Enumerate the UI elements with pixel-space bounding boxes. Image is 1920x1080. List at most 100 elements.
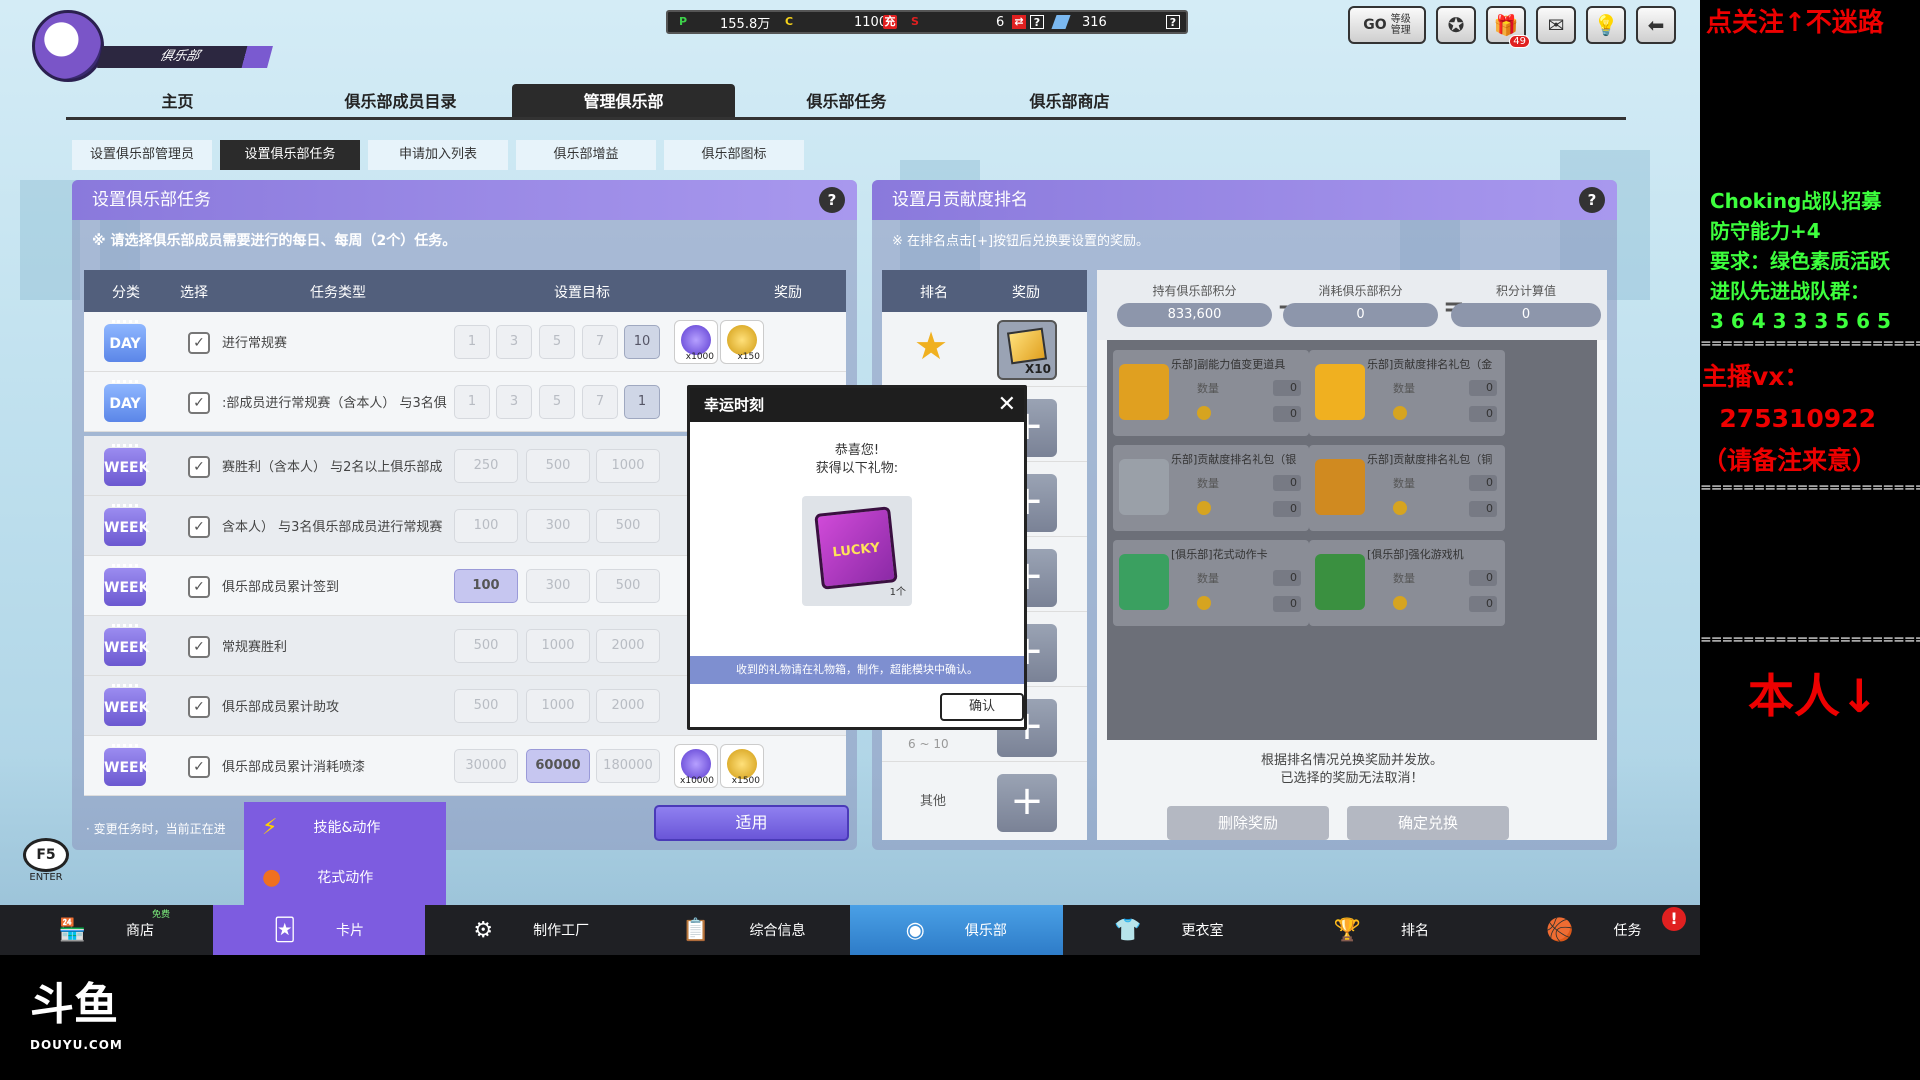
target-option[interactable]: 3: [496, 325, 532, 359]
target-option[interactable]: 1: [454, 325, 490, 359]
sub-tabs: 设置俱乐部管理员 设置俱乐部任务 申请加入列表 俱乐部增益 俱乐部图标: [72, 140, 804, 170]
weekly-tag: WEEK: [104, 624, 149, 666]
nav-cards[interactable]: 🃏 卡片: [212, 905, 425, 955]
target-option[interactable]: 180000: [596, 749, 660, 783]
help-icon[interactable]: ?: [1166, 15, 1180, 29]
gold-star-trophy-icon: ★: [914, 324, 949, 368]
grade-manage-button[interactable]: GO 等级 管理: [1348, 6, 1426, 44]
stream-overlay: 点关注↑不迷路 Choking战队招募 防守能力+4 要求：绿色素质活跃 进队先…: [1700, 0, 1920, 955]
target-option[interactable]: 500: [454, 629, 518, 663]
reward-item-card[interactable]: [俱乐部]花式动作卡 数量 0 0: [1113, 540, 1309, 626]
nav-missions[interactable]: 🏀 任务!: [1488, 905, 1701, 955]
nav-club[interactable]: ◉ 俱乐部: [850, 905, 1063, 955]
held-points: 持有俱乐部积分 833,600: [1117, 282, 1272, 327]
reward-item-card[interactable]: 乐部]副能力值变更道具 数量 0 0: [1113, 350, 1309, 436]
target-option[interactable]: 1: [624, 385, 660, 419]
target-option[interactable]: 2000: [596, 689, 660, 723]
help-icon[interactable]: ?: [1030, 15, 1044, 29]
target-option[interactable]: 250: [454, 449, 518, 483]
star-badge-button[interactable]: ✪: [1436, 6, 1476, 44]
apply-button[interactable]: 适用: [654, 805, 849, 841]
rank-1-reward[interactable]: X10: [997, 320, 1057, 380]
tab-club-missions[interactable]: 俱乐部任务: [735, 84, 958, 117]
nav-info[interactable]: 📋 综合信息: [638, 905, 851, 955]
target-option[interactable]: 1000: [526, 689, 590, 723]
gift-count-badge: 49: [1509, 35, 1530, 48]
subtab-applications[interactable]: 申请加入列表: [368, 140, 508, 170]
delete-reward-button[interactable]: 删除奖励: [1167, 806, 1329, 840]
target-option[interactable]: 300: [526, 569, 590, 603]
subtab-admin[interactable]: 设置俱乐部管理员: [72, 140, 212, 170]
select-checkbox[interactable]: ✓: [188, 456, 210, 478]
confirm-exchange-button[interactable]: 确定兑换: [1347, 806, 1509, 840]
target-option[interactable]: 1000: [526, 629, 590, 663]
points-summary: 持有俱乐部积分833,600 − 消耗俱乐部积分0 = 积分计算值0: [1097, 270, 1607, 340]
hint-button[interactable]: 💡: [1586, 6, 1626, 44]
weekly-tag: WEEK: [104, 744, 149, 786]
help-icon[interactable]: ?: [1579, 187, 1605, 213]
target-option[interactable]: 5: [539, 325, 575, 359]
reward-item-card[interactable]: 乐部]贡献度排名礼包（铜 数量 0 0: [1309, 445, 1505, 531]
gift-button[interactable]: 🎁 49: [1486, 6, 1530, 48]
target-option[interactable]: 500: [454, 689, 518, 723]
help-icon[interactable]: ?: [819, 187, 845, 213]
target-option[interactable]: 5: [539, 385, 575, 419]
reward-items-grid: 乐部]副能力值变更道具 数量 0 0 乐部]贡献度排名礼包（金 数量 0 0 乐…: [1107, 340, 1597, 740]
mail-button[interactable]: ✉: [1536, 6, 1576, 44]
nav-locker[interactable]: 👕 更衣室: [1063, 905, 1276, 955]
target-option[interactable]: 1: [454, 385, 490, 419]
target-option[interactable]: 7: [582, 325, 618, 359]
back-button[interactable]: ⬅: [1636, 6, 1676, 44]
target-option[interactable]: 500: [596, 509, 660, 543]
gift-item[interactable]: LUCKY 1个: [802, 496, 912, 606]
reward-item-icon: [1119, 554, 1169, 610]
target-option[interactable]: 500: [526, 449, 590, 483]
tab-club-shop[interactable]: 俱乐部商店: [958, 84, 1181, 117]
select-checkbox[interactable]: ✓: [188, 392, 210, 414]
target-option[interactable]: 7: [582, 385, 618, 419]
target-option[interactable]: 100: [454, 569, 518, 603]
target-option[interactable]: 300: [526, 509, 590, 543]
tab-member-list[interactable]: 俱乐部成员目录: [289, 84, 512, 117]
target-option[interactable]: 2000: [596, 629, 660, 663]
weekly-tag: WEEK: [104, 684, 149, 726]
f5-enter-hint[interactable]: F5 ENTER: [18, 838, 74, 888]
select-checkbox[interactable]: ✓: [188, 636, 210, 658]
contact-text: 主播vx： 275310922 （请备注来意）: [1702, 362, 1878, 475]
reward-item-card[interactable]: 乐部]贡献度排名礼包（金 数量 0 0: [1309, 350, 1505, 436]
target-option[interactable]: 10: [624, 325, 660, 359]
target-option[interactable]: 30000: [454, 749, 518, 783]
target-option[interactable]: 500: [596, 569, 660, 603]
target-option[interactable]: 100: [454, 509, 518, 543]
thumbs-up-coin-icon: [681, 749, 711, 779]
club-logo[interactable]: [32, 10, 104, 82]
confirm-button[interactable]: 确认: [940, 693, 1024, 721]
recharge-button[interactable]: 充: [883, 15, 897, 29]
subtab-missions[interactable]: 设置俱乐部任务: [220, 140, 360, 170]
select-checkbox[interactable]: ✓: [188, 516, 210, 538]
add-reward-button[interactable]: +: [997, 774, 1057, 832]
target-option[interactable]: 3: [496, 385, 532, 419]
nav-shop[interactable]: 🏪 商店 免费: [0, 905, 213, 955]
menu-item-skills[interactable]: ⚡ 技能&动作: [244, 802, 446, 852]
exchange-icon[interactable]: ⇄: [1012, 15, 1026, 29]
close-icon[interactable]: ✕: [998, 388, 1016, 422]
tab-home[interactable]: 主页: [66, 84, 289, 117]
subtab-icon[interactable]: 俱乐部图标: [664, 140, 804, 170]
game-screen: 俱乐部 P 155.8万 C 1100 充 S6 ⇄ ? 316 ? GO 等级 管理…: [0, 0, 1700, 955]
table-row: WEEK ✓ 俱乐部成员累计消耗喷漆 30000 60000 180000 x10000 x1…: [84, 736, 846, 796]
select-checkbox[interactable]: ✓: [188, 696, 210, 718]
subtab-buffs[interactable]: 俱乐部增益: [516, 140, 656, 170]
nav-ranking[interactable]: 🏆 排名: [1275, 905, 1488, 955]
reward-item-card[interactable]: [俱乐部]强化游戏机 数量 0 0: [1309, 540, 1505, 626]
select-checkbox[interactable]: ✓: [188, 576, 210, 598]
menu-item-fancy-moves[interactable]: ● 花式动作: [244, 852, 446, 902]
select-checkbox[interactable]: ✓: [188, 332, 210, 354]
tab-manage-club[interactable]: 管理俱乐部: [512, 84, 735, 117]
reward-item-card[interactable]: 乐部]贡献度排名礼包（银 数量 0 0: [1113, 445, 1309, 531]
target-option[interactable]: 1000: [596, 449, 660, 483]
nav-factory[interactable]: ⚙ 制作工厂: [425, 905, 638, 955]
target-option[interactable]: 60000: [526, 749, 590, 783]
select-checkbox[interactable]: ✓: [188, 756, 210, 778]
spent-points-box: 消耗俱乐部积分 0: [1283, 282, 1438, 327]
